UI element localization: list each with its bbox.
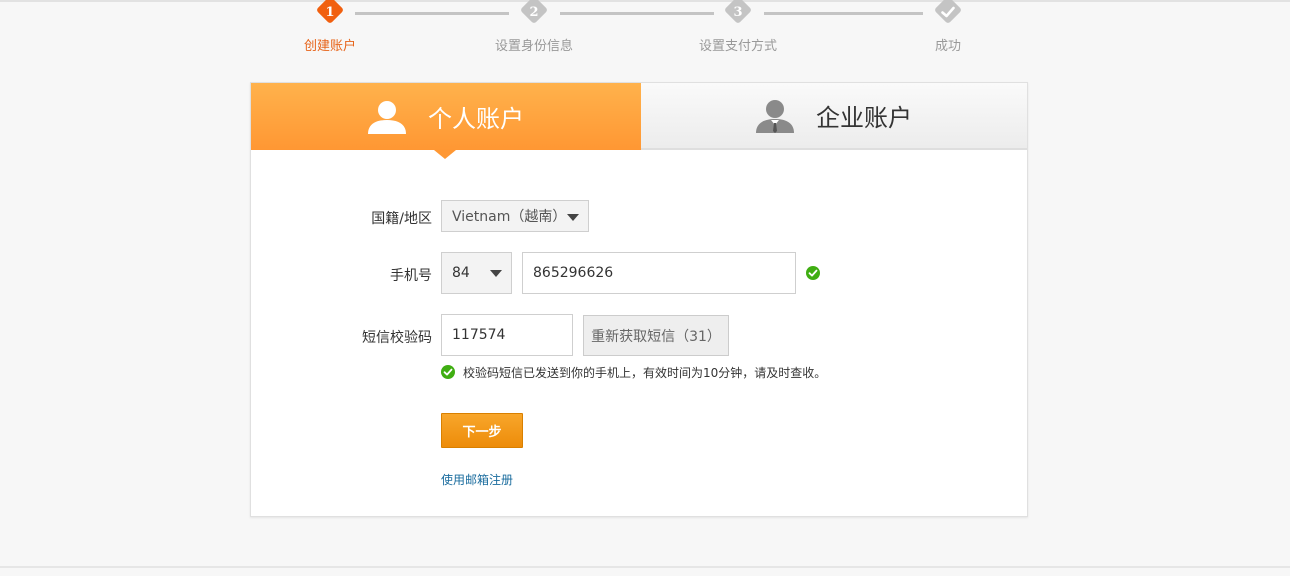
step-3-number: 3: [733, 4, 743, 20]
success-check-icon: [441, 365, 455, 379]
step-1-label: 创建账户: [303, 39, 357, 54]
step-4-label: 成功: [934, 39, 962, 54]
step-2-marker: 2: [519, 0, 549, 28]
step-4-marker: [933, 0, 963, 28]
progress-steps: 1 2 3 创建账户 设置身份信息 设置支付方式 成功: [0, 0, 1290, 60]
step-connector: [764, 12, 923, 15]
account-type-tabs: 个人账户 企业账户: [251, 83, 1027, 159]
step-1-marker: 1: [315, 0, 345, 28]
nationality-label: 国籍/地区: [371, 211, 432, 227]
chevron-down-icon: [490, 270, 502, 277]
phone-label: 手机号: [390, 268, 432, 284]
country-code-select[interactable]: 84: [441, 252, 512, 294]
phone-number-value: 865296626: [533, 265, 614, 281]
step-connector: [355, 12, 509, 15]
step-2-number: 2: [529, 4, 539, 20]
active-tab-pointer: [434, 150, 456, 159]
step-3-label: 设置支付方式: [698, 39, 778, 54]
success-check-icon: [806, 266, 820, 280]
check-icon: [941, 6, 955, 18]
country-code-value: 84: [452, 265, 470, 281]
sms-code-label: 短信校验码: [362, 330, 432, 346]
nationality-select[interactable]: Vietnam（越南）: [441, 200, 589, 232]
tab-personal-account[interactable]: 个人账户: [251, 83, 641, 150]
chevron-down-icon: [567, 214, 579, 221]
tab-business-label: 企业账户: [816, 104, 912, 132]
person-icon: [368, 100, 406, 134]
sms-code-value: 117574: [452, 327, 506, 343]
resend-sms-button[interactable]: 重新获取短信（31）: [583, 315, 729, 356]
sms-code-input[interactable]: 117574: [441, 314, 573, 356]
step-2-label: 设置身份信息: [494, 39, 574, 54]
email-register-link[interactable]: 使用邮箱注册: [441, 471, 513, 488]
sms-sent-hint: 校验码短信已发送到你的手机上，有效时间为10分钟，请及时查收。: [463, 366, 827, 380]
tab-personal-label: 个人账户: [428, 105, 524, 133]
resend-sms-label: 重新获取短信（31）: [591, 328, 721, 345]
next-step-label: 下一步: [462, 425, 502, 440]
tab-business-account[interactable]: 企业账户: [641, 83, 1027, 150]
registration-card: 个人账户 企业账户 国籍/地区 Vietnam（越南） 手机号 84 86529…: [250, 82, 1028, 517]
step-1-number: 1: [325, 4, 335, 20]
phone-number-input[interactable]: 865296626: [522, 252, 796, 294]
bottom-border: [0, 566, 1290, 568]
step-3-marker: 3: [723, 0, 753, 28]
step-connector: [560, 12, 714, 15]
business-person-icon: [756, 99, 794, 133]
nationality-value: Vietnam（越南）: [452, 209, 567, 225]
next-step-button[interactable]: 下一步: [441, 413, 523, 448]
